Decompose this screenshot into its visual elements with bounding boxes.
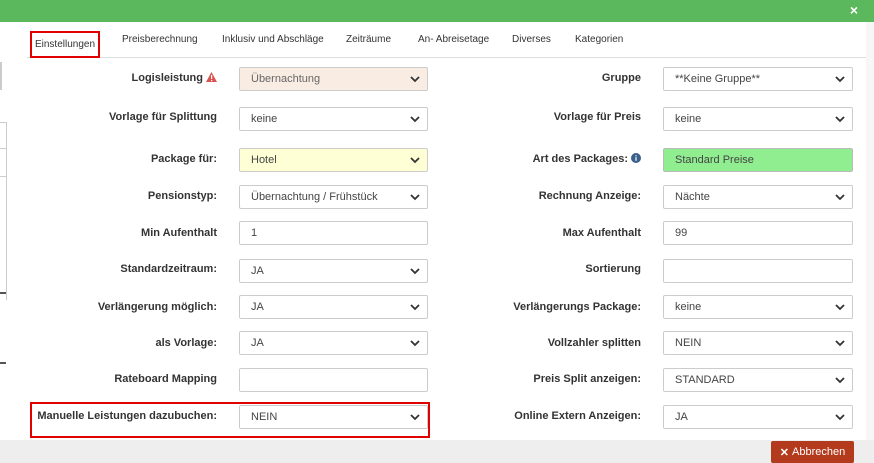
verlaengerung-label: Verlängerung möglich: — [97, 301, 217, 313]
chevron-down-icon — [410, 194, 420, 201]
close-icon[interactable]: × — [850, 2, 858, 18]
chevron-down-icon — [835, 76, 845, 83]
chevron-down-icon — [835, 377, 845, 384]
min-aufenthalt-label: Min Aufenthalt — [141, 227, 217, 239]
chevron-down-icon — [835, 304, 845, 311]
rechnung-anzeige-label: Rechnung Anzeige: — [538, 190, 641, 202]
min-aufenthalt-input[interactable]: 1 — [239, 221, 428, 245]
vollzahler-select[interactable]: NEIN — [663, 331, 853, 355]
art-package-select[interactable]: Standard Preise — [663, 148, 853, 172]
vorlage-splittung-label: Vorlage für Splittung — [109, 111, 217, 123]
gruppe-select[interactable]: **Keine Gruppe** — [663, 67, 853, 91]
background-scrollbar-area — [866, 22, 874, 463]
info-icon — [631, 153, 641, 163]
gruppe-label: Gruppe — [601, 72, 641, 84]
chevron-down-icon — [835, 414, 845, 421]
rechnung-anzeige-select[interactable]: Nächte — [663, 185, 853, 209]
art-package-label: Art des Packages: — [533, 153, 641, 165]
tab-bar: Einstellungen Preisberechnung Inklusiv u… — [27, 22, 866, 58]
chevron-down-icon — [410, 76, 420, 83]
preis-split-label: Preis Split anzeigen: — [533, 373, 641, 385]
online-extern-label: Online Extern Anzeigen: — [514, 410, 641, 422]
logisleistung-label: Logisleistung — [132, 72, 217, 84]
close-icon: ✕ — [779, 446, 789, 459]
background-page-edge — [0, 22, 27, 463]
standardzeitraum-label: Standardzeitraum: — [120, 263, 217, 275]
pensionstyp-select[interactable]: Übernachtung / Frühstück — [239, 185, 428, 209]
package-fuer-label: Package für: — [150, 153, 217, 165]
chevron-down-icon — [835, 116, 845, 123]
max-aufenthalt-label: Max Aufenthalt — [562, 227, 641, 239]
tab-zeitraeume[interactable]: Zeiträume — [346, 34, 391, 45]
online-extern-select[interactable]: JA — [663, 405, 853, 429]
dialog-header-bar: × — [0, 0, 874, 22]
rateboard-input[interactable] — [239, 368, 428, 392]
vollzahler-label: Vollzahler splitten — [547, 337, 641, 349]
max-aufenthalt-input[interactable]: 99 — [663, 221, 853, 245]
chevron-down-icon — [410, 157, 420, 164]
tab-an-abreisetage[interactable]: An- Abreisetage — [418, 34, 489, 45]
tab-kategorien[interactable]: Kategorien — [575, 34, 623, 45]
verlaengerungs-package-label: Verlängerungs Package: — [513, 301, 641, 313]
vorlage-preis-select[interactable]: keine — [663, 107, 853, 131]
dialog-footer — [0, 440, 874, 463]
chevron-down-icon — [410, 414, 420, 421]
chevron-down-icon — [410, 304, 420, 311]
tab-einstellungen[interactable]: Einstellungen — [30, 31, 100, 58]
chevron-down-icon — [835, 340, 845, 347]
tab-diverses[interactable]: Diverses — [512, 34, 551, 45]
verlaengerung-select[interactable]: JA — [239, 295, 428, 319]
standardzeitraum-select[interactable]: JA — [239, 259, 428, 283]
tab-preisberechnung[interactable]: Preisberechnung — [122, 34, 198, 45]
sortierung-input[interactable] — [663, 259, 853, 283]
verlaengerungs-package-select[interactable]: keine — [663, 295, 853, 319]
chevron-down-icon — [410, 116, 420, 123]
preis-split-select[interactable]: STANDARD — [663, 368, 853, 392]
manuelle-select[interactable]: NEIN — [239, 405, 428, 429]
rateboard-label: Rateboard Mapping — [114, 373, 217, 385]
package-fuer-select[interactable]: Hotel — [239, 148, 428, 172]
logisleistung-select[interactable]: Übernachtung — [239, 67, 428, 91]
chevron-down-icon — [410, 340, 420, 347]
tab-inklusiv-und-abschlaege[interactable]: Inklusiv und Abschläge — [222, 34, 324, 45]
chevron-down-icon — [410, 268, 420, 275]
als-vorlage-label: als Vorlage: — [155, 337, 217, 349]
chevron-down-icon — [835, 194, 845, 201]
cancel-button[interactable]: ✕ Abbrechen — [771, 441, 854, 463]
pensionstyp-label: Pensionstyp: — [147, 190, 217, 202]
cancel-button-label: Abbrechen — [792, 446, 846, 458]
vorlage-preis-label: Vorlage für Preis — [553, 111, 641, 123]
warning-icon — [206, 72, 217, 82]
manuelle-label: Manuelle Leistungen dazubuchen: — [37, 410, 217, 422]
vorlage-splittung-select[interactable]: keine — [239, 107, 428, 131]
sortierung-label: Sortierung — [585, 263, 641, 275]
als-vorlage-select[interactable]: JA — [239, 331, 428, 355]
package-settings-dialog: Einstellungen Preisberechnung Inklusiv u… — [27, 22, 866, 440]
